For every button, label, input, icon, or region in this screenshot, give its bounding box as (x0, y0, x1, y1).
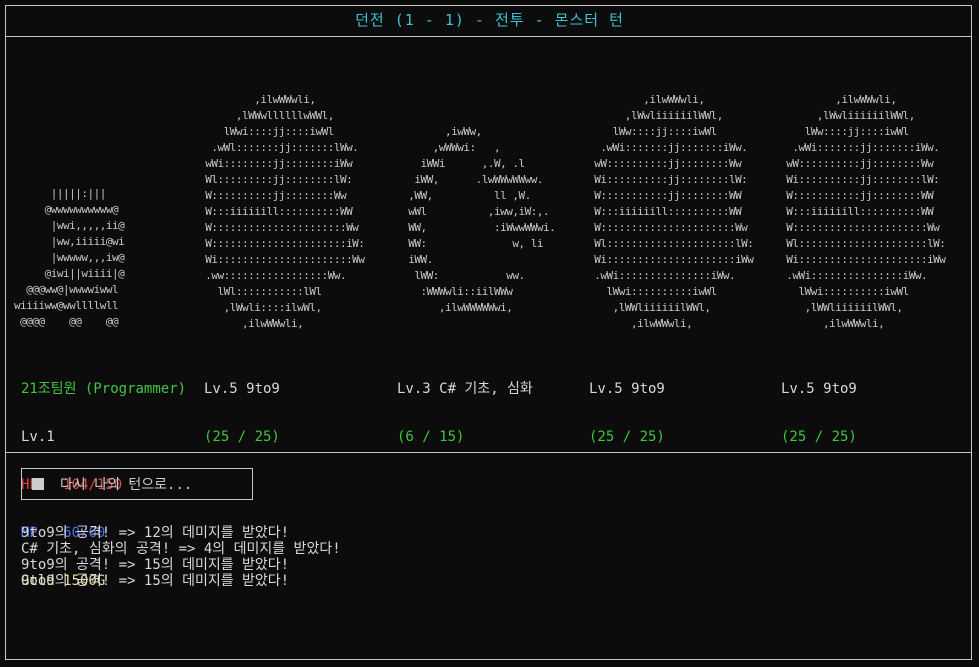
monster-stats-4: Lv.5 9to9 (25 / 25) (781, 349, 857, 461)
battle-divider (5, 452, 972, 453)
title-divider (5, 36, 972, 37)
player-level: Lv.1 (21, 429, 55, 445)
monster-hp: (25 / 25) (204, 429, 280, 445)
monster-name: Lv.3 C# 기초, 심화 (397, 381, 533, 397)
player-sprite: |||||:||| @wwwwwwwwww@ |wwi,,,,,ii@ |ww,… (14, 187, 125, 328)
log-line: C# 기초, 심화의 공격! => 4의 데미지를 받았다! (21, 541, 341, 557)
monster-name: Lv.5 9to9 (589, 381, 665, 397)
combat-log: 9to9의 공격! => 12의 데미지를 받았다! C# 기초, 심화의 공격… (21, 525, 341, 589)
monster-stats-1: Lv.5 9to9 (25 / 25) (204, 349, 280, 461)
log-line: 9to9의 공격! => 12의 데미지를 받았다! (21, 525, 290, 541)
selection-square-icon (32, 478, 44, 490)
monster-stats-2: Lv.3 C# 기초, 심화 (6 / 15) (397, 349, 533, 461)
log-line: 9to9의 공격! => 15의 데미지를 받았다! (21, 573, 290, 589)
monster-hp: (25 / 25) (589, 429, 665, 445)
monster-sprite-2: ,iwWw, ,wWWwi: , iWWi ,.W, .l iWW, .lwWW… (408, 125, 556, 314)
monster-sprite-1: ,ilwWWwli, ,lWWwllllllwWWl, lWwi::::jj::… (205, 93, 365, 330)
button-label: 다시 나의 턴으로... (60, 477, 193, 493)
player-name: 21조팀원 (Programmer) (21, 381, 187, 397)
monster-name: Lv.5 9to9 (204, 381, 280, 397)
monster-stats-3: Lv.5 9to9 (25 / 25) (589, 349, 665, 461)
monster-hp: (25 / 25) (781, 429, 857, 445)
screen-title: 던전 (1 - 1) - 전투 - 몬스터 턴 (355, 11, 624, 29)
monster-sprite-4: ,ilwWWwli, ,lWwliiiiiilWWl, lWw::::jj:::… (786, 93, 946, 330)
log-line: 9to9의 공격! => 15의 데미지를 받았다! (21, 557, 290, 573)
monster-hp: (6 / 15) (397, 429, 465, 445)
monster-sprite-3: ,ilwWWwli, ,lWwliiiiiilWWl, lWw::::jj:::… (594, 93, 754, 330)
monster-name: Lv.5 9to9 (781, 381, 857, 397)
return-to-my-turn-button[interactable]: 다시 나의 턴으로... (21, 468, 253, 500)
